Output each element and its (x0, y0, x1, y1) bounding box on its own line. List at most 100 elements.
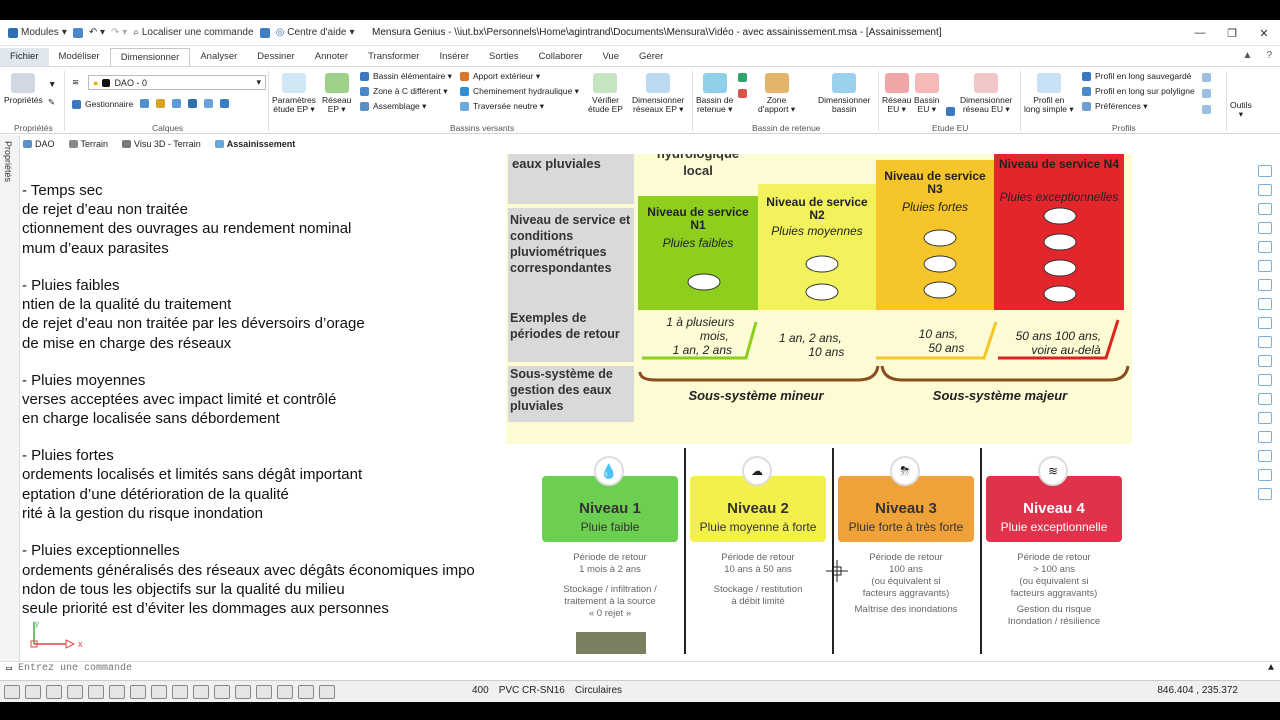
save-icon[interactable] (72, 27, 83, 38)
dimensionner-reseaux-ep-button[interactable]: Dimensionner réseaux EP ▾ (632, 73, 684, 114)
tab-sorties[interactable]: Sorties (479, 48, 529, 66)
apport-exterieur-button[interactable]: Apport extérieur ▾ (460, 71, 540, 82)
traversee-button[interactable]: Traversée neutre ▾ (460, 101, 544, 112)
selection-toggle-icon[interactable] (256, 684, 272, 699)
snap-icon[interactable] (1258, 317, 1272, 329)
locate-command-button[interactable]: ⌕ Localiser une commande (133, 27, 253, 38)
zoom-icon[interactable] (1258, 165, 1272, 177)
ortho-toggle-icon[interactable] (46, 684, 62, 699)
snap-icon[interactable] (1258, 450, 1272, 462)
profile-tool-icon[interactable] (1202, 105, 1211, 114)
lineweight-toggle-icon[interactable] (214, 684, 230, 699)
edit-basin-icon[interactable] (738, 73, 747, 82)
profil-sauvegarde-button[interactable]: Profil en long sauvegardé (1082, 71, 1191, 81)
pan-icon[interactable] (1258, 203, 1272, 215)
layer-tool-icon[interactable] (140, 99, 149, 108)
minimize-icon[interactable]: — (1184, 20, 1216, 46)
magnet-icon[interactable] (1258, 469, 1272, 481)
parametres-etude-ep-button[interactable]: Paramètres étude EP ▾ (272, 73, 316, 114)
transparency-toggle-icon[interactable] (235, 684, 251, 699)
command-input[interactable] (18, 663, 619, 674)
bassin-elementaire-button[interactable]: Bassin élémentaire ▾ (360, 71, 452, 82)
tab-annoter[interactable]: Annoter (305, 48, 358, 66)
snap-icon[interactable] (1258, 412, 1272, 424)
otrack-toggle-icon[interactable] (130, 684, 146, 699)
tab-analyser[interactable]: Analyser (190, 48, 247, 66)
outils-button[interactable]: Outils ▾ (1230, 101, 1252, 119)
view-icon[interactable] (1258, 241, 1272, 253)
doc-tab-terrain[interactable]: Terrain (66, 139, 112, 149)
info-icon[interactable] (259, 27, 270, 38)
orbit-icon[interactable] (1258, 222, 1272, 234)
delete-basin-icon[interactable] (738, 89, 747, 98)
drawing-canvas[interactable]: - Temps sec de rejet d’eau non traitée c… (22, 154, 1252, 654)
zone-c-button[interactable]: Zone à C différent ▾ (360, 86, 448, 97)
cheminement-button[interactable]: Cheminement hydraulique ▾ (460, 86, 579, 97)
tab-dimensionner[interactable]: Dimensionner (109, 48, 191, 66)
annotation-toggle-icon[interactable] (277, 684, 293, 699)
preferences-button[interactable]: Préférences ▾ (1082, 101, 1147, 112)
reseau-eu-button[interactable]: Réseau EU ▾ (882, 73, 911, 114)
bassin-retenue-button[interactable]: Bassin de retenue ▾ (696, 73, 733, 114)
tab-vue[interactable]: Vue (592, 48, 629, 66)
tab-inserer[interactable]: Insérer (429, 48, 479, 66)
pick-icon[interactable]: ✎ (48, 97, 55, 108)
snap-icon[interactable] (1258, 393, 1272, 405)
layer-tool-icon[interactable] (156, 99, 165, 108)
layer-tool-icon[interactable] (204, 99, 213, 108)
osnap-toggle-icon[interactable] (109, 684, 125, 699)
snap-toggle-icon[interactable] (25, 684, 41, 699)
snap-icon[interactable] (1258, 336, 1272, 348)
restore-icon[interactable]: ❐ (1216, 20, 1248, 46)
collapse-ribbon-icon[interactable]: ▲ (1243, 50, 1253, 61)
tab-gerer[interactable]: Gérer (629, 48, 673, 66)
properties-panel-tab[interactable]: Propriétés (0, 135, 20, 665)
grid-toggle-icon[interactable] (4, 684, 20, 699)
pipe-diameter[interactable]: 400 (472, 685, 489, 696)
verifier-etude-ep-button[interactable]: Vérifier étude EP (588, 73, 623, 114)
zone-apport-button[interactable]: Zone d'apport ▾ (758, 73, 795, 114)
tab-modeliser[interactable]: Modéliser (49, 48, 110, 66)
help-icon[interactable]: ? (1266, 50, 1272, 61)
reseau-ep-button[interactable]: Réseau EP ▾ (322, 73, 351, 114)
layer-select[interactable]: ● DAO - 0 ▾ (88, 75, 266, 90)
tab-dessiner[interactable]: Dessiner (247, 48, 305, 66)
3d-toggle-icon[interactable] (151, 684, 167, 699)
dimensionner-reseau-eu-button[interactable]: Dimensionner réseau EU ▾ (960, 73, 1012, 114)
proprietes-button[interactable]: Propriétés (4, 73, 43, 105)
scroll-up-icon[interactable]: ▲ (1268, 663, 1274, 674)
layer-tool-icon[interactable] (172, 99, 181, 108)
tab-transformer[interactable]: Transformer (358, 48, 429, 66)
polar-toggle-icon[interactable] (88, 684, 104, 699)
profile-tool-icon[interactable] (1202, 73, 1211, 82)
profil-polyligne-button[interactable]: Profil en long sur polyligne (1082, 86, 1195, 96)
tab-collaborer[interactable]: Collaborer (529, 48, 593, 66)
filter-icon[interactable]: ▼ (48, 79, 56, 89)
zoom-icon[interactable] (1258, 184, 1272, 196)
profile-tool-icon[interactable] (1202, 89, 1211, 98)
eu-tool-icon[interactable] (946, 107, 955, 116)
snap-icon[interactable] (1258, 355, 1272, 367)
bassin-eu-button[interactable]: Bassin EU ▾ (914, 73, 940, 114)
2d-toggle-icon[interactable] (67, 684, 83, 699)
snap-icon[interactable] (1258, 298, 1272, 310)
snap-icon[interactable] (1258, 374, 1272, 386)
doc-tab-dao[interactable]: DAO (20, 139, 58, 149)
profil-long-simple-button[interactable]: Profil en long simple ▾ (1024, 73, 1074, 114)
dimensionner-bassin-button[interactable]: Dimensionner bassin (818, 73, 870, 114)
snap-icon[interactable] (1258, 279, 1272, 291)
pipe-shape[interactable]: Circulaires (575, 685, 622, 696)
doc-tab-visu-3d[interactable]: Visu 3D - Terrain (119, 139, 204, 149)
redo-icon[interactable]: ↷ ▾ (111, 27, 127, 38)
assemblage-button[interactable]: Assemblage ▾ (360, 101, 426, 112)
close-icon[interactable]: ✕ (1248, 20, 1280, 46)
snap-icon[interactable] (1258, 260, 1272, 272)
layer-tool-icon[interactable] (220, 99, 229, 108)
undo-icon[interactable]: ↶ ▾ (89, 27, 105, 38)
help-center-button[interactable]: ◎ Centre d'aide ▾ (276, 27, 355, 38)
modules-menu[interactable]: Modules ▾ (8, 27, 67, 38)
magnet-icon[interactable] (1258, 488, 1272, 500)
dyn-toggle-icon[interactable] (193, 684, 209, 699)
pipe-material[interactable]: PVC CR-SN16 (499, 685, 565, 696)
doc-tab-assainissement[interactable]: Assainissement (212, 139, 299, 149)
